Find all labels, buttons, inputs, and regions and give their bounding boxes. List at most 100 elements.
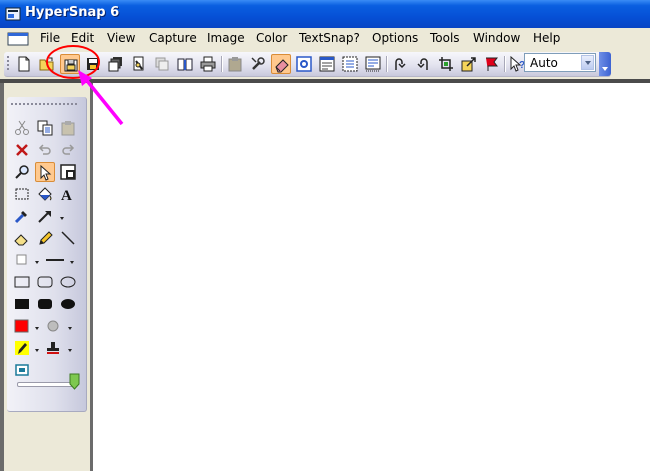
region-icon	[15, 364, 29, 376]
toolbar-overflow-button[interactable]	[599, 52, 611, 76]
zoom-combo[interactable]: Auto	[524, 53, 596, 72]
pencil-tool[interactable]	[35, 228, 55, 248]
chevron-down-icon[interactable]	[67, 326, 74, 332]
settings-tools-button[interactable]	[248, 54, 268, 74]
frame-tool[interactable]	[58, 162, 78, 182]
menu-help[interactable]: Help	[533, 31, 560, 45]
palette-grip[interactable]	[11, 103, 79, 105]
eraser-tool[interactable]	[12, 228, 32, 248]
menu-window[interactable]: Window	[473, 31, 520, 45]
stack-icon	[108, 57, 122, 72]
toolbar-separator	[221, 56, 222, 72]
rotate-right-button[interactable]	[390, 54, 410, 74]
menu-tools[interactable]: Tools	[430, 31, 460, 45]
chevron-down-icon[interactable]	[34, 260, 41, 266]
menu-file[interactable]: File	[40, 31, 60, 45]
opacity-slider-track[interactable]	[17, 382, 77, 387]
scissors-icon	[15, 120, 29, 135]
chevron-down-icon[interactable]	[34, 326, 41, 332]
crop-button[interactable]	[436, 54, 456, 74]
rotate-left-button[interactable]	[413, 54, 433, 74]
new-document-button[interactable]	[14, 54, 34, 74]
menu-color[interactable]: Color	[256, 31, 287, 45]
zoom-tool[interactable]	[12, 162, 32, 182]
line-tool[interactable]	[58, 228, 78, 248]
chevron-down-icon[interactable]	[59, 216, 66, 222]
eraser-icon	[14, 234, 28, 246]
resize-button[interactable]	[459, 54, 479, 74]
text-tool[interactable]: A	[58, 184, 78, 204]
capture-web-button[interactable]	[129, 54, 149, 74]
background-color-tool[interactable]	[43, 316, 63, 336]
frame-icon	[60, 164, 76, 180]
shape-style-tool[interactable]	[12, 250, 32, 270]
capture-window-button[interactable]	[317, 54, 337, 74]
marquee-icon	[15, 188, 29, 200]
region-tool[interactable]	[12, 360, 32, 380]
select-tool[interactable]	[35, 162, 55, 182]
save-as-button[interactable]	[60, 54, 80, 74]
undo-icon	[38, 144, 51, 155]
highlighter-tool[interactable]	[12, 338, 32, 358]
copy-icon	[37, 120, 53, 136]
menu-textsnap[interactable]: TextSnap?	[299, 31, 360, 45]
open-button[interactable]	[37, 54, 57, 74]
magnifier-icon	[15, 165, 29, 179]
arrow-icon	[38, 211, 51, 223]
undo-tool[interactable]	[35, 140, 55, 160]
print-button[interactable]	[198, 54, 218, 74]
eraser-button[interactable]	[271, 54, 291, 74]
eraser-icon	[275, 59, 289, 73]
menu-edit[interactable]: Edit	[71, 31, 94, 45]
color-picker-tool[interactable]	[12, 206, 32, 226]
fill-tool[interactable]	[35, 184, 55, 204]
menu-image[interactable]: Image	[207, 31, 245, 45]
paste-tool[interactable]	[58, 118, 78, 138]
save-as-icon	[64, 59, 78, 72]
ellipse-tool[interactable]	[58, 272, 78, 292]
foreground-color-tool[interactable]	[12, 316, 32, 336]
window-title: HyperSnap 6	[25, 5, 120, 20]
flag-button[interactable]	[482, 54, 502, 74]
red-swatch-icon	[14, 319, 29, 333]
arrow-tool[interactable]	[35, 206, 55, 226]
rect-select-tool[interactable]	[12, 184, 32, 204]
capture-region-button[interactable]	[294, 54, 314, 74]
opacity-slider-thumb[interactable]	[69, 373, 80, 390]
paste-image-button[interactable]	[225, 54, 245, 74]
menu-options[interactable]: Options	[372, 31, 418, 45]
cut-tool[interactable]	[12, 118, 32, 138]
rotate-right-icon	[395, 58, 406, 70]
chevron-down-icon[interactable]	[34, 348, 41, 354]
redo-tool[interactable]	[58, 140, 78, 160]
menu-view[interactable]: View	[107, 31, 135, 45]
capture-scrolling-button[interactable]	[340, 54, 360, 74]
save-button[interactable]	[83, 54, 103, 74]
scan-button[interactable]	[152, 54, 172, 74]
hypersnap-app-icon[interactable]	[5, 6, 21, 22]
rounded-rectangle-tool[interactable]	[35, 272, 55, 292]
document-icon[interactable]	[7, 32, 29, 46]
delete-tool[interactable]	[12, 140, 32, 160]
stamp-tool[interactable]	[43, 338, 63, 358]
rectangle-tool[interactable]	[12, 272, 32, 292]
book-button[interactable]	[175, 54, 195, 74]
line-style-tool[interactable]	[43, 250, 67, 270]
capture-extended-button[interactable]	[363, 54, 383, 74]
flag-icon	[486, 57, 498, 71]
chevron-down-icon[interactable]	[581, 55, 594, 70]
filled-rectangle-tool[interactable]	[12, 294, 32, 314]
toolbar-grip[interactable]	[7, 56, 9, 72]
chevron-down-icon[interactable]	[69, 260, 76, 266]
filled-ellipse-tool[interactable]	[58, 294, 78, 314]
rounded-rectangle-icon	[37, 276, 53, 288]
menu-capture[interactable]: Capture	[149, 31, 197, 45]
filled-rounded-rectangle-icon	[38, 299, 52, 309]
filled-rounded-rectangle-tool[interactable]	[35, 294, 55, 314]
copy-tool[interactable]	[35, 118, 55, 138]
image-canvas[interactable]	[90, 83, 650, 471]
print-multiple-button[interactable]	[106, 54, 126, 74]
zoom-combo-value: Auto	[530, 56, 558, 70]
chevron-down-icon[interactable]	[67, 348, 74, 354]
text-a-icon: A	[61, 188, 72, 202]
